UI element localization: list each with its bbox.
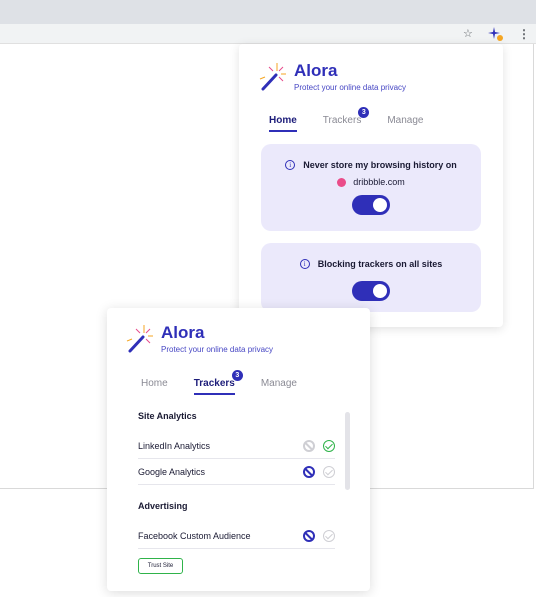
allow-check-icon[interactable] bbox=[323, 465, 335, 478]
brand-name: Alora bbox=[161, 323, 205, 342]
info-icon[interactable]: i bbox=[299, 259, 310, 269]
star-icon[interactable]: ☆ bbox=[463, 26, 473, 42]
toolbar bbox=[0, 24, 536, 44]
tracker-name: Facebook Custom Audience bbox=[138, 530, 251, 541]
wand-logo-icon bbox=[126, 325, 153, 353]
tracker-name: Google Analytics bbox=[138, 466, 206, 477]
brand: Alora Protect your online data privacy bbox=[124, 323, 273, 355]
brand-tagline: Protect your online data privacy bbox=[294, 83, 407, 92]
brand-tagline: Protect your online data privacy bbox=[161, 345, 274, 354]
section-heading: Advertising bbox=[138, 501, 188, 511]
blocking-card-title: Blocking trackers on all sites bbox=[317, 259, 443, 269]
block-icon[interactable] bbox=[303, 465, 315, 478]
tab-trackers[interactable]: Trackers 3 bbox=[322, 107, 370, 132]
tracker-row: Facebook Custom Audience bbox=[138, 523, 335, 549]
tab-trackers-label: Trackers bbox=[322, 115, 362, 126]
brand: Alora Protect your online data privacy bbox=[257, 61, 406, 93]
tab-manage[interactable]: Manage bbox=[387, 115, 423, 132]
block-icon[interactable] bbox=[303, 529, 315, 542]
tracker-row: LinkedIn Analytics bbox=[138, 433, 335, 459]
tab-manage[interactable]: Manage bbox=[261, 378, 297, 395]
trackers-list: Site Analytics LinkedIn Analytics Google… bbox=[138, 411, 335, 549]
menu-icon[interactable]: ⋮ bbox=[518, 26, 530, 42]
section-heading: Site Analytics bbox=[138, 411, 197, 421]
tracker-name: LinkedIn Analytics bbox=[138, 440, 211, 451]
dribbble-icon bbox=[337, 177, 347, 187]
tab-bar: Home Trackers 3 Manage bbox=[141, 370, 323, 395]
tab-strip bbox=[0, 0, 536, 24]
extension-icon[interactable] bbox=[487, 26, 503, 42]
history-toggle[interactable] bbox=[352, 195, 390, 215]
info-icon[interactable]: i bbox=[285, 160, 296, 170]
trust-site-button[interactable]: Trust Site bbox=[138, 558, 183, 574]
tracker-row: Google Analytics bbox=[138, 459, 335, 485]
tab-home[interactable]: Home bbox=[269, 115, 297, 132]
tab-bar: Home Trackers 3 Manage bbox=[269, 107, 449, 132]
blocking-card: i Blocking trackers on all sites bbox=[261, 243, 481, 312]
wand-logo-icon bbox=[259, 63, 286, 91]
tab-home[interactable]: Home bbox=[141, 378, 168, 395]
trackers-count-badge: 3 bbox=[231, 370, 243, 381]
scrollbar[interactable] bbox=[345, 412, 350, 490]
home-popup: Alora Protect your online data privacy H… bbox=[239, 44, 503, 327]
history-card: i Never store my browsing history on dri… bbox=[261, 144, 481, 231]
tab-trackers-label: Trackers bbox=[193, 378, 235, 389]
browser-window: ☆ ⋮ Alora Protect your online data priva… bbox=[0, 0, 536, 597]
blocking-toggle[interactable] bbox=[352, 281, 390, 301]
tab-trackers[interactable]: Trackers 3 bbox=[193, 370, 243, 395]
block-icon[interactable] bbox=[303, 439, 315, 452]
history-card-title: Never store my browsing history on bbox=[303, 160, 457, 170]
trackers-count-badge: 3 bbox=[358, 107, 370, 118]
allow-check-icon[interactable] bbox=[323, 529, 335, 542]
trackers-popup: Alora Protect your online data privacy H… bbox=[107, 308, 370, 591]
site-name: dribbble.com bbox=[353, 177, 405, 187]
allow-check-icon[interactable] bbox=[323, 439, 335, 452]
brand-name: Alora bbox=[294, 61, 338, 80]
